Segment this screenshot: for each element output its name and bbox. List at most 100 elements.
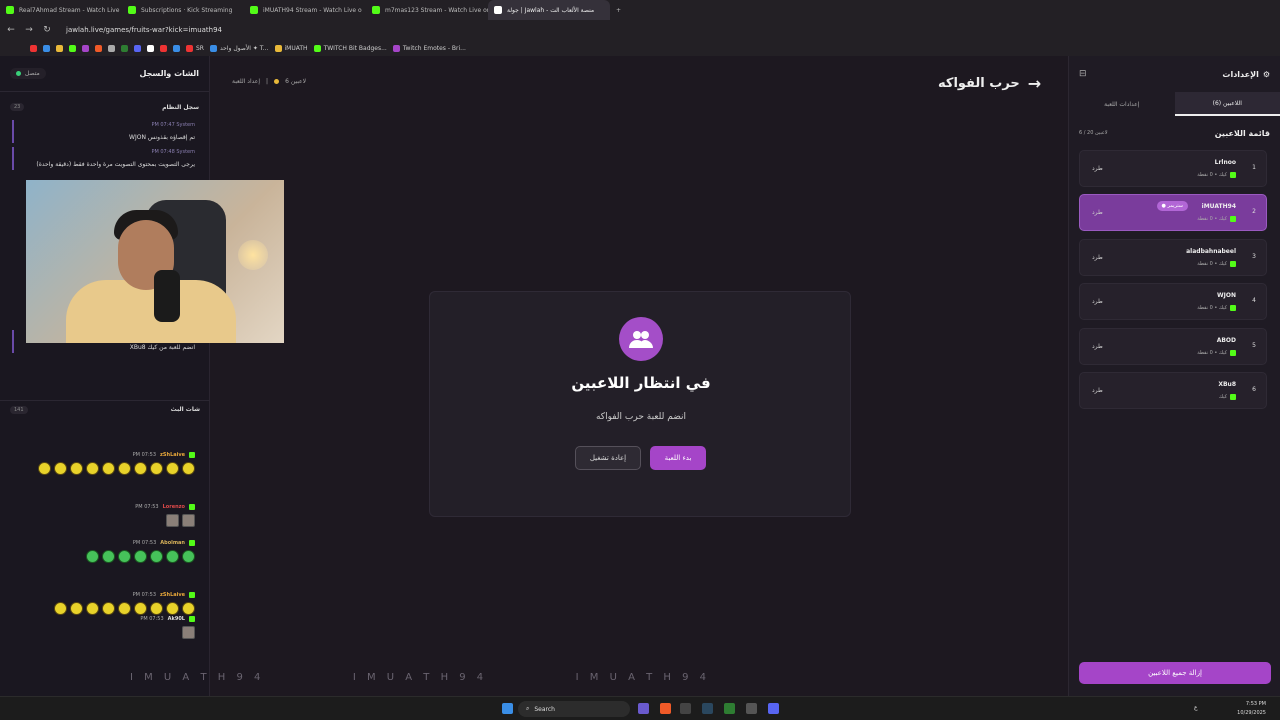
- steam-icon[interactable]: [702, 703, 713, 714]
- bookmark-icon[interactable]: [134, 44, 141, 52]
- kick-player-button[interactable]: طرد: [1092, 387, 1103, 394]
- kick-player-button[interactable]: طرد: [1092, 254, 1103, 261]
- taskbar-search[interactable]: ⌕ Search: [518, 701, 630, 717]
- system-message: PM 07:47 System WJON تم إقصاؤه بقذونس: [12, 120, 201, 143]
- browser-tab[interactable]: iMUATH94 Stream - Watch Live o: [244, 0, 366, 20]
- message-text: يرجى التصويت بمحتوى التصويت مرة واحدة فق…: [36, 161, 195, 168]
- chat-username[interactable]: Lorenzo: [163, 504, 185, 510]
- start-game-button[interactable]: بدء اللعبة: [650, 446, 706, 470]
- player-meta: كيك • 0 نقطة: [1197, 172, 1236, 178]
- bookmark-icon[interactable]: [69, 44, 76, 52]
- emote-icon: [86, 550, 99, 563]
- bookmarks-bar: SR الأصول واحد ✦ T... iMUATH TWITCH Bit Bad…: [0, 40, 1280, 56]
- reload-icon[interactable]: ↻: [40, 23, 54, 37]
- emote-icon: [166, 514, 179, 527]
- new-tab-button[interactable]: +: [610, 0, 630, 20]
- modal-title: في انتظار اللاعبين: [571, 374, 711, 392]
- tab-favicon-icon: [494, 6, 502, 14]
- emote-icon: [182, 550, 195, 563]
- tab-favicon-icon: [372, 6, 380, 14]
- bookmark-icon[interactable]: [95, 44, 102, 52]
- windows-start-icon[interactable]: [502, 703, 513, 714]
- bookmark-item[interactable]: الأصول واحد ✦ T...: [209, 44, 269, 52]
- player-name: XBu8: [1218, 381, 1236, 388]
- app-icon[interactable]: [680, 703, 691, 714]
- game-header: حرب الفواكه →: [938, 74, 1041, 93]
- bookmark-favicon-icon: [160, 44, 167, 52]
- bookmark-item[interactable]: Twitch Emotes - Bri...: [392, 44, 466, 52]
- bookmark-icon[interactable]: [43, 44, 50, 52]
- emote-icon: [86, 462, 99, 475]
- emote-icon: [118, 550, 131, 563]
- player-card: 4 WJON كيك • 0 نقطة طرد: [1079, 283, 1267, 321]
- chat-time: PM 07:53: [132, 592, 156, 598]
- bookmark-icon[interactable]: [147, 44, 154, 52]
- app-icon[interactable]: [724, 703, 735, 714]
- brave-icon[interactable]: [660, 703, 671, 714]
- browser-tab[interactable]: Subscriptions · Kick Streaming: [122, 0, 244, 20]
- collapse-panel-icon[interactable]: ⊟: [1079, 69, 1087, 79]
- kick-player-button[interactable]: طرد: [1092, 343, 1103, 350]
- chat-username[interactable]: Abolman: [160, 540, 185, 546]
- tab-label: Real7Ahmad Stream - Watch Live: [19, 6, 120, 14]
- emote-icon: [102, 550, 115, 563]
- browser-tab[interactable]: m7mas123 Stream - Watch Live on: [366, 0, 488, 20]
- emote-icon: [150, 462, 163, 475]
- emote-icon: [54, 462, 67, 475]
- chat-emotes: [166, 514, 195, 527]
- bookmark-favicon-icon: [56, 44, 63, 52]
- bookmark-icon[interactable]: [56, 44, 63, 52]
- tab-game-settings[interactable]: إعدادات اللعبة: [1069, 92, 1175, 116]
- tab-players[interactable]: اللاعبين (6): [1174, 92, 1280, 116]
- chat-username[interactable]: Ak90L: [168, 616, 185, 622]
- bookmark-icon[interactable]: [82, 44, 89, 52]
- bookmark-favicon-icon: [313, 44, 321, 52]
- app-icon[interactable]: [638, 703, 649, 714]
- kick-badge-icon: [1230, 172, 1236, 178]
- live-chat-title: شات البث: [170, 406, 200, 413]
- remove-all-players-button[interactable]: إزالة جميع اللاعبين: [1079, 662, 1271, 684]
- browser-tab[interactable]: جولة | Jawlah - منصة الألعاب الت: [488, 0, 610, 20]
- discord-icon[interactable]: [768, 703, 779, 714]
- emote-icon: [70, 602, 83, 615]
- bookmark-item[interactable]: iMUATH: [274, 44, 308, 52]
- bookmark-icon[interactable]: [160, 44, 167, 52]
- url-field[interactable]: jawlah.live/games/fruits-war?kick=imuath…: [66, 26, 222, 34]
- bookmark-icon[interactable]: [173, 44, 180, 52]
- chat-username[interactable]: zShLaive: [160, 452, 185, 458]
- game-title: حرب الفواكه: [938, 76, 1020, 91]
- bookmark-favicon-icon: [30, 44, 37, 52]
- kick-badge-icon: [1230, 394, 1236, 400]
- tab-label: Subscriptions · Kick Streaming: [141, 6, 233, 14]
- forward-icon[interactable]: →: [22, 23, 36, 37]
- back-icon[interactable]: ←: [4, 23, 18, 37]
- settings-title: الإعدادات: [1222, 69, 1259, 79]
- chat-message-header: PM 07:53 Ak90L: [140, 616, 195, 622]
- game-settings-link[interactable]: إعداد اللعبة: [232, 78, 260, 85]
- message-text: XBu8 انضم للعبة من كيك: [129, 344, 195, 351]
- bookmark-item[interactable]: SR: [186, 44, 204, 52]
- status-label: متصل: [25, 70, 40, 77]
- player-card: 1 Lrlnoo كيك • 0 نقطة طرد: [1079, 150, 1267, 187]
- kick-player-button[interactable]: طرد: [1092, 298, 1103, 305]
- restart-button[interactable]: إعادة تشغيل: [575, 446, 641, 470]
- clock-date: 10/29/2025: [1237, 710, 1266, 716]
- browser-tab[interactable]: Real7Ahmad Stream - Watch Live: [0, 0, 122, 20]
- bookmark-icon[interactable]: [30, 44, 37, 52]
- bookmark-icon[interactable]: [121, 44, 128, 52]
- game-info: إعداد اللعبة | 6 لاعبين: [232, 78, 307, 85]
- emote-icon: [166, 602, 179, 615]
- online-dot: [16, 71, 21, 76]
- language-indicator[interactable]: ع: [1194, 704, 1198, 711]
- bookmark-icon[interactable]: [108, 44, 115, 52]
- player-rank: 5: [1252, 341, 1256, 349]
- page: متصل الشات والسجل 23 سجل النظام PM 07:47…: [0, 56, 1280, 696]
- emote-icon: [38, 462, 51, 475]
- bookmark-item[interactable]: TWITCH Bit Badges...: [313, 44, 387, 52]
- clock[interactable]: 7:53 PM 10/29/2025: [1237, 700, 1266, 718]
- chat-username[interactable]: zShLaive: [160, 592, 185, 598]
- kick-player-button[interactable]: طرد: [1092, 165, 1103, 172]
- app-icon[interactable]: [746, 703, 757, 714]
- arrow-right-icon[interactable]: →: [1028, 74, 1041, 93]
- kick-player-button[interactable]: طرد: [1092, 209, 1103, 216]
